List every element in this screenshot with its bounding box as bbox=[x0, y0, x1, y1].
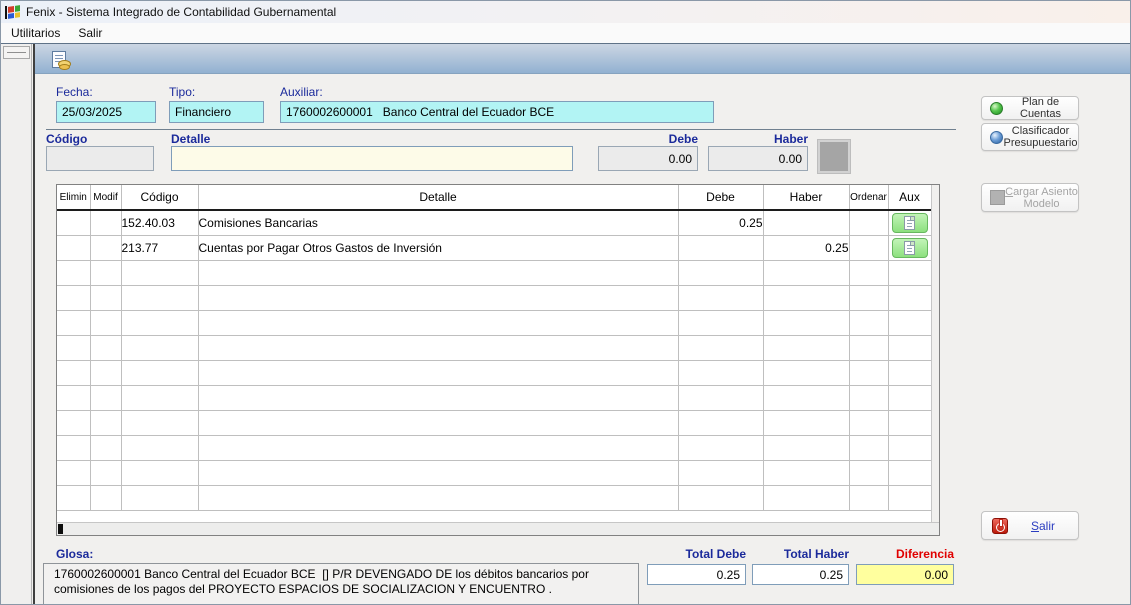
total-haber-label: Total Haber bbox=[783, 547, 849, 561]
table-row-empty bbox=[57, 410, 932, 436]
col-header-aux: Aux bbox=[888, 185, 932, 211]
table-row[interactable]: 213.77 Cuentas por Pagar Otros Gastos de… bbox=[57, 235, 932, 261]
detalle-input[interactable] bbox=[171, 146, 573, 171]
table-row-empty bbox=[57, 285, 932, 311]
entries-table: Elimin Modif Código Detalle Debe Haber O… bbox=[56, 184, 940, 536]
table-header-row: Elimin Modif Código Detalle Debe Haber O… bbox=[57, 185, 932, 211]
horizontal-scrollbar[interactable] bbox=[57, 522, 939, 535]
menu-item-salir[interactable]: Salir bbox=[69, 24, 111, 42]
toolbar bbox=[35, 44, 1130, 74]
detalle-label: Detalle bbox=[171, 132, 211, 146]
col-header-ordenar: Ordenar bbox=[849, 185, 889, 211]
panel-border bbox=[33, 44, 35, 604]
table-row-empty bbox=[57, 335, 932, 361]
fecha-label: Fecha: bbox=[56, 85, 93, 99]
cell-debe: 0.25 bbox=[678, 210, 764, 236]
table-row-empty bbox=[57, 485, 932, 511]
cell-debe bbox=[678, 235, 764, 261]
diferencia-input bbox=[856, 564, 954, 585]
table-row-empty bbox=[57, 460, 932, 486]
window-title: Fenix - Sistema Integrado de Contabilida… bbox=[26, 5, 337, 19]
clasificador-presupuestario-button[interactable]: Clasificador Presupuestario bbox=[981, 123, 1079, 151]
cell-ordenar[interactable] bbox=[849, 210, 889, 236]
debe-label: Debe bbox=[668, 132, 698, 146]
document-icon bbox=[903, 216, 915, 230]
clasificador-label: Clasificador Presupuestario bbox=[1003, 125, 1078, 149]
cargar-asiento-modelo-button[interactable]: Cargar Asiento Modelo bbox=[981, 183, 1079, 212]
glosa-label: Glosa: bbox=[56, 547, 94, 561]
col-header-elimin: Elimin bbox=[57, 185, 91, 211]
col-header-detalle: Detalle bbox=[198, 185, 679, 211]
table-row-empty bbox=[57, 360, 932, 386]
cell-ordenar[interactable] bbox=[849, 235, 889, 261]
table-row-empty bbox=[57, 435, 932, 461]
new-entry-button[interactable] bbox=[47, 47, 71, 71]
power-icon bbox=[992, 517, 1008, 534]
cell-codigo: 213.77 bbox=[121, 235, 199, 261]
total-debe-label: Total Debe bbox=[685, 547, 746, 561]
table-row-empty bbox=[57, 385, 932, 411]
plan-de-cuentas-label: Plan de Cuentas bbox=[1020, 96, 1061, 120]
cell-haber bbox=[763, 210, 850, 236]
cell-elimin[interactable] bbox=[57, 210, 91, 236]
haber-label: Haber bbox=[773, 132, 808, 146]
cell-detalle: Comisiones Bancarias bbox=[198, 210, 679, 236]
table-right-filler bbox=[931, 185, 939, 522]
tipo-label: Tipo: bbox=[169, 85, 196, 99]
splitter-panel bbox=[1, 44, 32, 604]
menubar: Utilitarios Salir bbox=[1, 23, 1130, 43]
plan-de-cuentas-button[interactable]: Plan de Cuentas bbox=[981, 96, 1079, 120]
aux-button[interactable] bbox=[891, 238, 928, 258]
app-window: Fenix - Sistema Integrado de Contabilida… bbox=[0, 0, 1131, 605]
cell-haber: 0.25 bbox=[763, 235, 850, 261]
cell-detalle: Cuentas por Pagar Otros Gastos de Invers… bbox=[198, 235, 679, 261]
haber-input[interactable] bbox=[708, 146, 808, 171]
scrollbar-thumb[interactable] bbox=[58, 524, 63, 534]
form-separator bbox=[46, 129, 956, 130]
col-header-modif: Modif bbox=[90, 185, 122, 211]
menu-item-utilitarios[interactable]: Utilitarios bbox=[2, 24, 69, 42]
cell-aux bbox=[888, 210, 932, 236]
col-header-debe: Debe bbox=[678, 185, 764, 211]
splitter-handle[interactable] bbox=[3, 46, 30, 59]
auxiliar-label: Auxiliar: bbox=[280, 85, 323, 99]
diferencia-label: Diferencia bbox=[895, 547, 954, 561]
blue-sphere-icon bbox=[990, 130, 1003, 144]
document-icon bbox=[903, 241, 915, 255]
codigo-label: Código bbox=[46, 132, 88, 146]
cell-codigo: 152.40.03 bbox=[121, 210, 199, 236]
col-header-codigo: Código bbox=[121, 185, 199, 211]
windows-logo-icon bbox=[4, 4, 20, 20]
document-coins-icon bbox=[52, 50, 70, 70]
glosa-textarea[interactable]: 1760002600001 Banco Central del Ecuador … bbox=[43, 563, 639, 604]
aux-button[interactable] bbox=[891, 213, 928, 233]
gray-square-icon bbox=[990, 190, 1005, 205]
table-row-empty bbox=[57, 260, 932, 286]
green-sphere-icon bbox=[990, 101, 1003, 115]
salir-button[interactable]: Salir bbox=[981, 511, 1079, 540]
table-row-empty bbox=[57, 310, 932, 336]
cell-modif[interactable] bbox=[90, 235, 122, 261]
fecha-input[interactable] bbox=[56, 101, 156, 123]
auxiliar-input[interactable] bbox=[280, 101, 714, 123]
col-header-haber: Haber bbox=[763, 185, 850, 211]
titlebar: Fenix - Sistema Integrado de Contabilida… bbox=[1, 1, 1130, 23]
total-debe-input bbox=[647, 564, 746, 585]
tipo-input[interactable] bbox=[169, 101, 264, 123]
cell-elimin[interactable] bbox=[57, 235, 91, 261]
cell-aux bbox=[888, 235, 932, 261]
total-haber-input bbox=[752, 564, 849, 585]
salir-label: Salir bbox=[1030, 518, 1056, 533]
add-entry-button[interactable] bbox=[817, 139, 851, 174]
cell-modif[interactable] bbox=[90, 210, 122, 236]
debe-input[interactable] bbox=[598, 146, 698, 171]
codigo-input[interactable] bbox=[46, 146, 154, 171]
table-row[interactable]: 152.40.03 Comisiones Bancarias 0.25 bbox=[57, 210, 932, 236]
cargar-asiento-label: Cargar Asiento Modelo bbox=[1005, 185, 1078, 210]
